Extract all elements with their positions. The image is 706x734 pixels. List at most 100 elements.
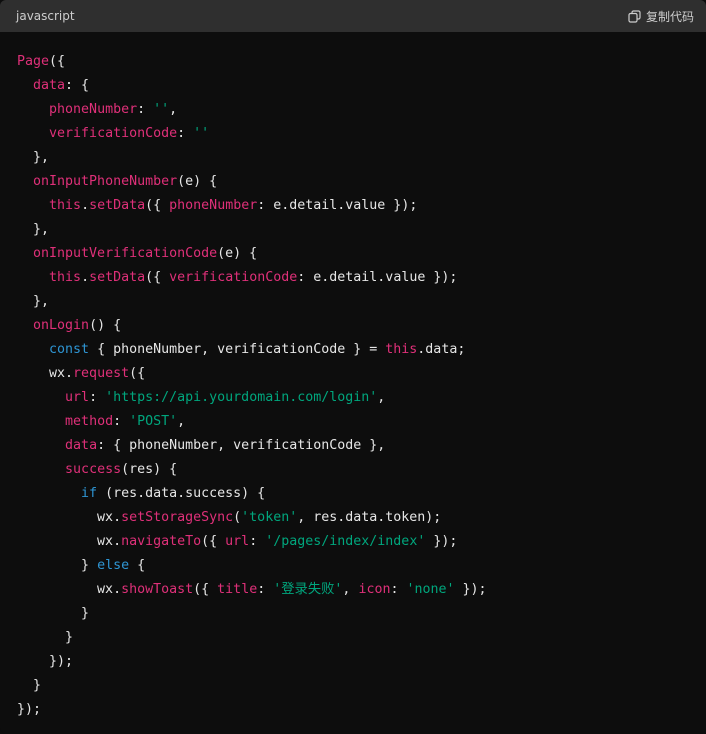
code-token: : (249, 534, 266, 549)
code-line: phoneNumber: '', (17, 98, 689, 122)
copy-code-button[interactable]: 复制代码 (628, 8, 694, 25)
code-line: url: 'https://api.yourdomain.com/login', (17, 386, 689, 410)
code-token: icon (358, 582, 391, 597)
code-token: : e.detail.value }); (257, 198, 418, 213)
code-token: verificationCode (49, 126, 178, 141)
code-line: wx.request({ (17, 362, 689, 386)
code-content[interactable]: Page({ data: { phoneNumber: '', verifica… (0, 32, 706, 722)
code-token: wx. (17, 582, 122, 597)
language-label: javascript (16, 9, 75, 23)
code-token: } (17, 630, 74, 645)
code-line: this.setData({ verificationCode: e.detai… (17, 266, 689, 290)
code-token: url (225, 534, 250, 549)
code-token: { (129, 558, 146, 573)
code-token: : (390, 582, 407, 597)
code-token: '登录失败' (273, 582, 343, 597)
code-token: 'POST' (129, 414, 178, 429)
code-line: const { phoneNumber, verificationCode } … (17, 338, 689, 362)
code-token: : (137, 102, 154, 117)
code-token: .data; (417, 342, 466, 357)
code-token: 'https://api.yourdomain.com/login' (105, 390, 378, 405)
code-token: setStorageSync (121, 510, 234, 525)
code-line: success(res) { (17, 458, 689, 482)
code-token: wx. (17, 366, 74, 381)
code-token: , (169, 102, 178, 117)
code-line: }, (17, 290, 689, 314)
code-token: phoneNumber (169, 198, 258, 213)
code-token: } (17, 678, 42, 693)
code-token: } (17, 558, 98, 573)
code-token: : e.detail.value }); (297, 270, 458, 285)
code-token: data (33, 78, 66, 93)
code-token: url (65, 390, 90, 405)
code-token: '' (193, 126, 210, 141)
code-token: . (81, 270, 90, 285)
code-token: (e) { (177, 174, 218, 189)
code-token: : (257, 582, 274, 597)
code-line: }); (17, 698, 689, 722)
code-token: , (177, 414, 186, 429)
code-token: setData (89, 270, 146, 285)
copy-icon (628, 9, 641, 23)
code-line: onLogin() { (17, 314, 689, 338)
code-line: } else { (17, 554, 689, 578)
code-token: , res.data.token); (297, 510, 442, 525)
code-token: data (65, 438, 98, 453)
code-line: }); (17, 650, 689, 674)
code-token: , (377, 390, 386, 405)
code-token: , (342, 582, 359, 597)
code-token: showToast (121, 582, 194, 597)
code-token: ({ (129, 366, 146, 381)
code-token: } (17, 606, 90, 621)
code-token: (e) { (217, 246, 258, 261)
code-line: Page({ (17, 50, 689, 74)
code-token: title (217, 582, 258, 597)
code-line: verificationCode: '' (17, 122, 689, 146)
code-token: ({ (49, 54, 66, 69)
code-line: if (res.data.success) { (17, 482, 689, 506)
code-line: }, (17, 146, 689, 170)
code-line: } (17, 674, 689, 698)
code-token: { phoneNumber, verificationCode } = (89, 342, 386, 357)
code-token: this (49, 270, 82, 285)
code-line: wx.showToast({ title: '登录失败', icon: 'non… (17, 578, 689, 602)
code-token: : (177, 126, 194, 141)
code-token: phoneNumber (49, 102, 138, 117)
code-line: wx.navigateTo({ url: '/pages/index/index… (17, 530, 689, 554)
code-token: navigateTo (121, 534, 202, 549)
code-line: }, (17, 218, 689, 242)
code-token: '' (153, 102, 170, 117)
code-token: }); (17, 702, 42, 717)
code-token: ({ (201, 534, 226, 549)
code-line: wx.setStorageSync('token', res.data.toke… (17, 506, 689, 530)
code-line: data: { (17, 74, 689, 98)
code-token: . (81, 198, 90, 213)
code-token: }); (425, 534, 458, 549)
code-token: '/pages/index/index' (265, 534, 426, 549)
copy-code-label: 复制代码 (645, 9, 694, 24)
code-token: : (113, 414, 130, 429)
code-token: 'none' (406, 582, 455, 597)
code-token: verificationCode (169, 270, 298, 285)
code-token: ({ (145, 270, 170, 285)
code-token: () { (89, 318, 122, 333)
code-token: method (65, 414, 114, 429)
code-token: }); (454, 582, 487, 597)
code-token: }, (17, 222, 50, 237)
code-line: data: { phoneNumber, verificationCode }, (17, 434, 689, 458)
code-token: onInputVerificationCode (33, 246, 218, 261)
code-token: }, (17, 294, 50, 309)
code-token: this (49, 198, 82, 213)
